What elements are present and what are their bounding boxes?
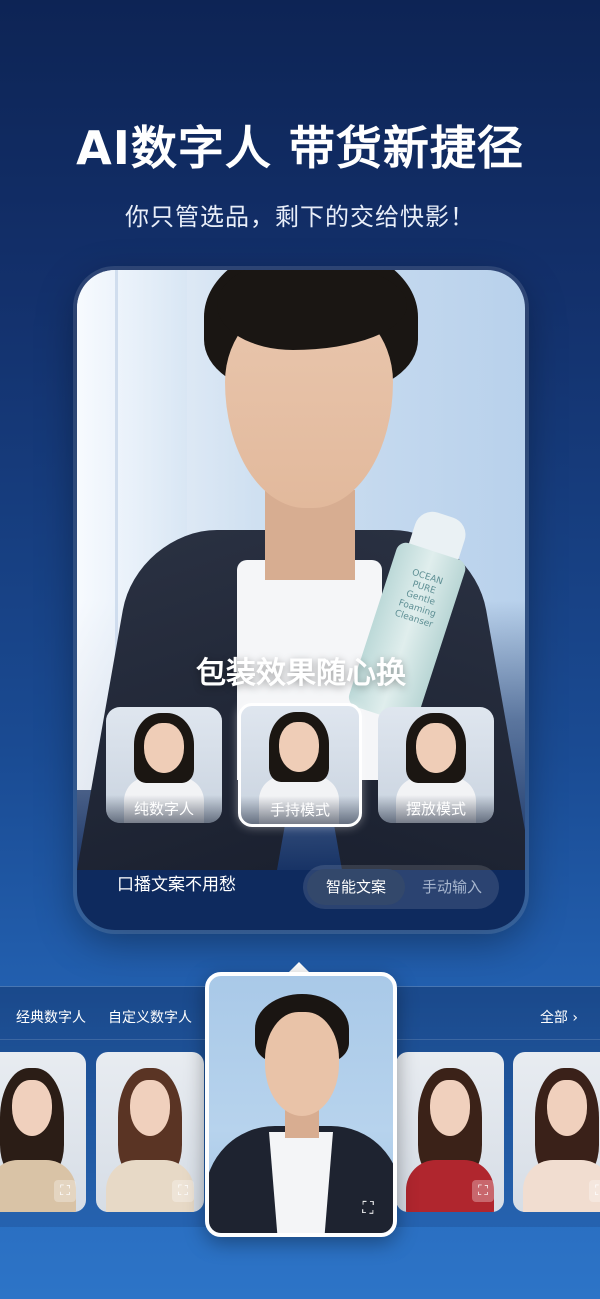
mode-handheld[interactable]: 手持模式	[238, 703, 362, 827]
expand-icon[interactable]: ⛶	[172, 1180, 194, 1202]
toggle-manual-input[interactable]: 手动输入	[403, 869, 501, 905]
mode-selector: 纯数字人 手持模式 摆放模式	[106, 703, 498, 827]
expand-icon[interactable]: ⛶	[54, 1180, 76, 1202]
avatar-face	[547, 1080, 587, 1136]
mode-figure-face	[416, 723, 456, 773]
avatar-face	[130, 1080, 170, 1136]
view-all-link[interactable]: 全部 ›	[540, 1007, 578, 1027]
avatar-shirt	[269, 1132, 333, 1233]
mode-label: 手持模式	[241, 796, 359, 824]
mode-label: 摆放模式	[378, 795, 494, 823]
selection-caret	[289, 962, 309, 972]
hero-subtitle: 你只管选品，剩下的交给快影！	[125, 203, 475, 231]
expand-icon[interactable]: ⛶	[472, 1180, 494, 1202]
avatar-thumbnail[interactable]: ⛶	[396, 1052, 504, 1212]
mode-pure-digital-human[interactable]: 纯数字人	[106, 707, 222, 823]
avatar-face	[265, 1012, 339, 1116]
toggle-smart-script[interactable]: 智能文案	[307, 869, 405, 905]
avatar-thumbnail[interactable]: ⛶	[96, 1052, 204, 1212]
featured-avatar[interactable]: ⛶	[205, 972, 397, 1237]
tab-classic-digital-human[interactable]: 经典数字人	[16, 1007, 86, 1027]
expand-icon[interactable]: ⛶	[589, 1180, 600, 1202]
expand-icon[interactable]: ⛶	[357, 1197, 379, 1219]
mode-figure-face	[144, 723, 184, 773]
script-label: 口播文案不用愁	[117, 875, 236, 895]
preview-card: OCEAN PURE Gentle Foaming Cleanser 包装效果随…	[77, 270, 525, 930]
script-mode-toggle: 智能文案 手动输入	[303, 865, 499, 909]
script-row: 口播文案不用愁 智能文案 手动输入	[77, 850, 525, 914]
card-caption: 包装效果随心换	[196, 656, 406, 691]
tab-custom-digital-human[interactable]: 自定义数字人	[108, 1007, 192, 1027]
mode-placement[interactable]: 摆放模式	[378, 707, 494, 823]
mode-label: 纯数字人	[106, 795, 222, 823]
mode-figure-face	[279, 722, 319, 772]
avatar-thumbnail[interactable]: ⛶	[0, 1052, 86, 1212]
avatar-face	[430, 1080, 470, 1136]
avatar-thumbnail[interactable]: ⛶	[513, 1052, 600, 1212]
avatar-face	[12, 1080, 52, 1136]
hero-title: AI数字人 带货新捷径	[76, 121, 524, 175]
